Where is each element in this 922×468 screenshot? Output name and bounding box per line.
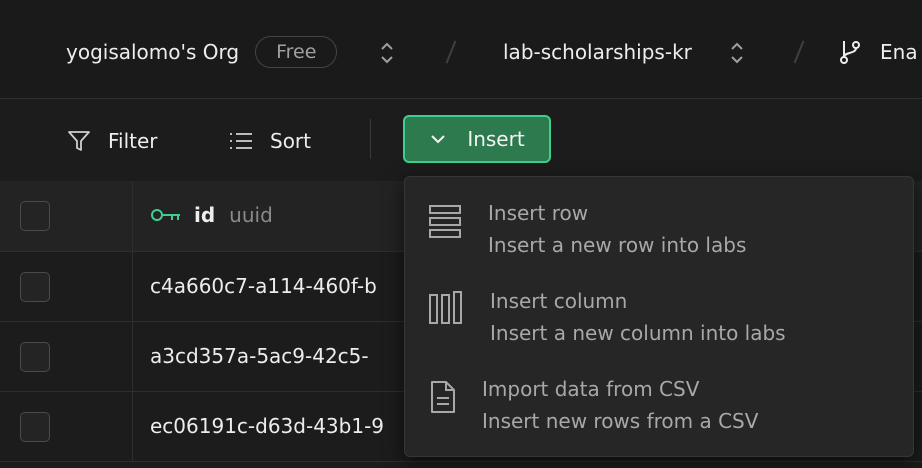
insert-button[interactable]: Insert <box>403 115 551 163</box>
row-select-cell <box>0 322 133 391</box>
toolbar-divider <box>370 119 371 159</box>
branch-switcher[interactable]: Ena <box>838 32 918 72</box>
menu-item-title: Import data from CSV <box>482 377 700 401</box>
menu-item-title: Insert row <box>488 201 589 225</box>
chevron-up-down-icon[interactable] <box>728 40 746 66</box>
select-all-checkbox[interactable] <box>20 201 50 231</box>
list-icon <box>230 133 252 149</box>
id-cell[interactable]: ec06191c-d63d-43b1-9 <box>150 414 384 438</box>
sort-button[interactable]: Sort <box>228 123 311 159</box>
id-cell[interactable]: a3cd357a-5ac9-42c5- <box>150 344 369 368</box>
column-type: uuid <box>229 203 273 227</box>
branch-label: Ena <box>880 40 918 64</box>
row-select-cell <box>0 252 133 321</box>
menu-item-insert-column[interactable]: Insert column Insert a new column into l… <box>405 277 913 357</box>
table-toolbar: Filter Sort Insert <box>0 99 922 182</box>
menu-item-description: Insert new rows from a CSV <box>482 409 759 433</box>
columns-icon <box>429 291 462 324</box>
menu-item-import-csv[interactable]: Import data from CSV Insert new rows fro… <box>405 365 913 445</box>
breadcrumb-separator <box>445 40 457 64</box>
row-checkbox[interactable] <box>20 272 50 302</box>
insert-dropdown-menu: Insert row Insert a new row into labs In… <box>404 176 914 457</box>
filter-icon <box>68 131 90 151</box>
key-icon <box>151 209 180 221</box>
org-name: yogisalomo's Org <box>66 40 240 64</box>
file-icon <box>431 381 455 413</box>
top-bar: yogisalomo's Org Free lab-scholarships-k… <box>0 0 922 99</box>
plan-badge: Free <box>255 36 338 68</box>
insert-label: Insert <box>467 127 525 151</box>
id-cell[interactable]: c4a660c7-a114-460f-b <box>150 274 377 298</box>
menu-item-insert-row[interactable]: Insert row Insert a new row into labs <box>405 189 913 269</box>
breadcrumb-separator <box>793 40 805 64</box>
sort-label: Sort <box>270 129 311 153</box>
project-switcher[interactable]: lab-scholarships-kr <box>503 32 692 72</box>
row-checkbox[interactable] <box>20 412 50 442</box>
filter-button[interactable]: Filter <box>66 123 158 159</box>
menu-item-description: Insert a new column into labs <box>490 321 786 345</box>
git-branch-icon <box>840 41 860 64</box>
org-switcher[interactable]: yogisalomo's Org Free <box>66 32 338 72</box>
select-all-cell <box>0 181 133 251</box>
project-name: lab-scholarships-kr <box>503 40 692 64</box>
menu-item-title: Insert column <box>490 289 628 313</box>
column-name: id <box>194 203 216 227</box>
row-select-cell <box>0 392 133 461</box>
chevron-down-icon <box>431 135 446 144</box>
row-checkbox[interactable] <box>20 342 50 372</box>
rows-icon <box>429 205 461 238</box>
chevron-up-down-icon[interactable] <box>378 40 396 66</box>
filter-label: Filter <box>108 129 158 153</box>
menu-item-description: Insert a new row into labs <box>488 233 747 257</box>
column-header-id[interactable]: id uuid <box>150 203 273 227</box>
